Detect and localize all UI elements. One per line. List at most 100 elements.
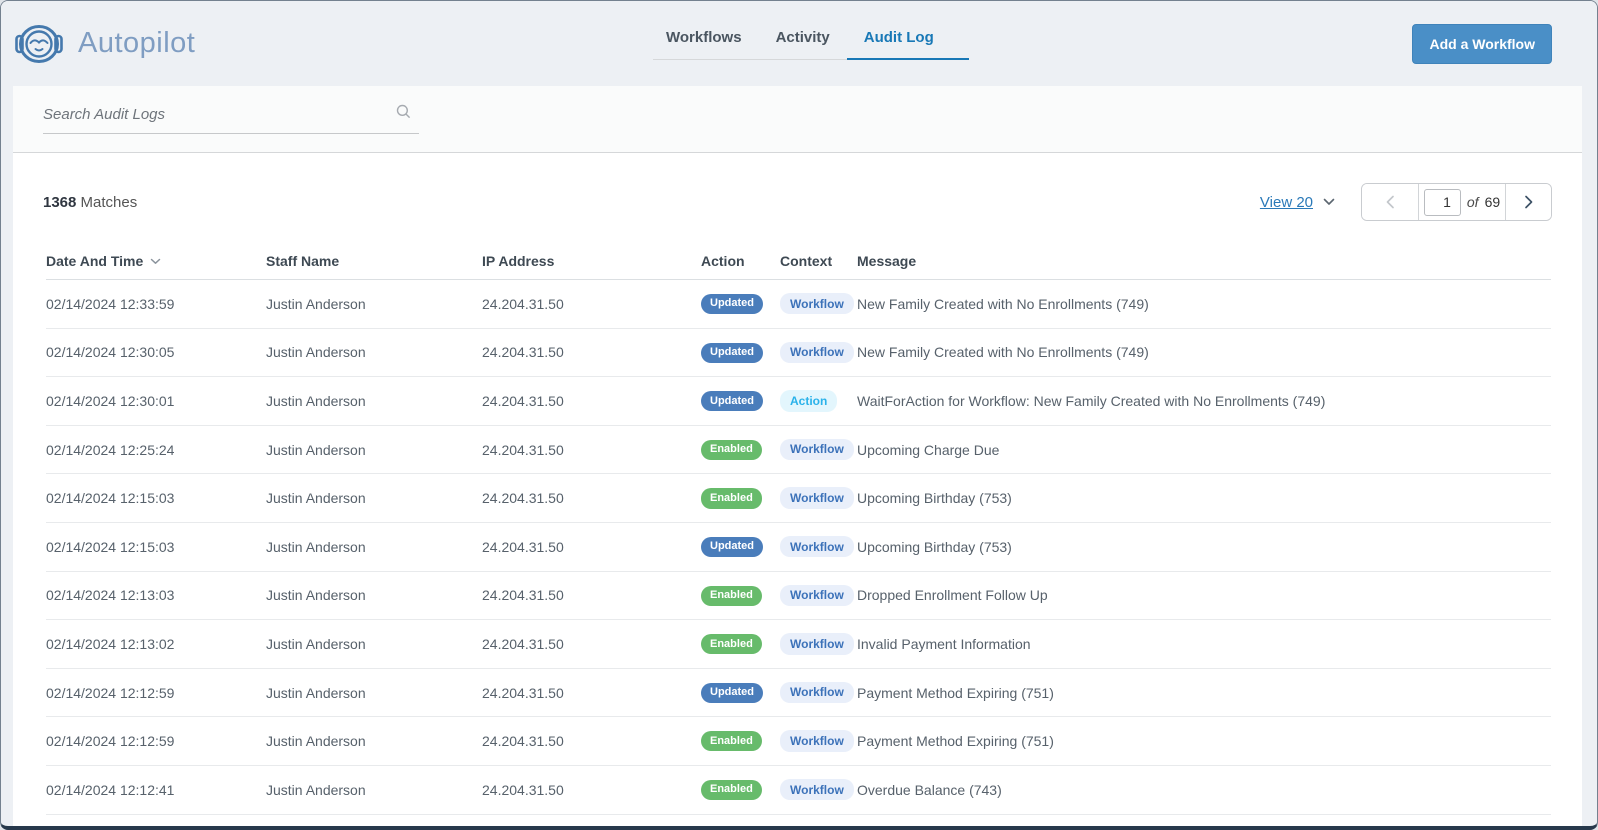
- search-input[interactable]: [43, 105, 396, 123]
- context-badge: Workflow: [780, 681, 854, 704]
- cell-ip-address: 24.204.31.50: [482, 392, 564, 409]
- table-row: 02/14/2024 12:25:24 Justin Anderson 24.2…: [46, 426, 1551, 475]
- cell-message: Upcoming Birthday (753): [857, 538, 1012, 555]
- table-header-row: Date And Time Staff Name IP Address Acti…: [46, 243, 1551, 280]
- cell-message: Invalid Payment Information: [857, 635, 1031, 652]
- chevron-down-icon: [1323, 198, 1335, 205]
- context-badge: Action: [780, 390, 838, 412]
- cell-date: 02/14/2024 12:12:41: [46, 781, 175, 798]
- cell-message: WaitForAction for Workflow: New Family C…: [857, 392, 1326, 409]
- column-header-context: Context: [780, 253, 833, 269]
- context-badge: Workflow: [780, 779, 854, 801]
- action-badge: Enabled: [701, 779, 762, 801]
- cell-ip-address: 24.204.31.50: [482, 684, 564, 701]
- cell-ip-address: 24.204.31.50: [482, 635, 564, 652]
- search-section: [13, 86, 1582, 153]
- table-row: 02/14/2024 12:13:03 Justin Anderson 24.2…: [46, 572, 1551, 621]
- next-page-button[interactable]: [1506, 184, 1551, 220]
- cell-staff-name: Justin Anderson: [266, 733, 366, 750]
- cell-message: Payment Method Expiring (751): [857, 733, 1054, 750]
- cell-ip-address: 24.204.31.50: [482, 344, 564, 361]
- tab-audit-log[interactable]: Audit Log: [846, 19, 969, 60]
- cell-ip-address: 24.204.31.50: [482, 781, 564, 798]
- cell-date: 02/14/2024 12:25:24: [46, 441, 175, 458]
- robot-logo-icon: [15, 24, 63, 63]
- action-badge: Updated: [701, 391, 763, 412]
- action-badge: Enabled: [701, 488, 762, 509]
- cell-date: 02/14/2024 12:30:05: [46, 344, 175, 361]
- content-card: 1368 Matches View 20 of 69: [13, 86, 1582, 826]
- action-badge: Enabled: [701, 439, 762, 460]
- cell-ip-address: 24.204.31.50: [482, 587, 564, 604]
- tab-bar: Workflows Activity Audit Log: [649, 19, 969, 60]
- table-row: 02/14/2024 12:12:59 Justin Anderson 24.2…: [46, 669, 1551, 718]
- search-icon[interactable]: [396, 104, 411, 124]
- action-badge: Enabled: [701, 585, 762, 606]
- table-body: 02/14/2024 12:33:59 Justin Anderson 24.2…: [46, 280, 1551, 815]
- cell-message: Dropped Enrollment Follow Up: [857, 587, 1048, 604]
- column-header-action: Action: [701, 253, 745, 269]
- match-count-number: 1368: [43, 193, 77, 211]
- chevron-left-icon: [1386, 195, 1394, 209]
- cell-message: Overdue Balance (743): [857, 781, 1002, 798]
- match-count: 1368 Matches: [43, 194, 137, 211]
- audit-log-table: Date And Time Staff Name IP Address Acti…: [46, 243, 1551, 815]
- page-size-label: View 20: [1259, 193, 1313, 211]
- table-row: 02/14/2024 12:30:01 Justin Anderson 24.2…: [46, 377, 1551, 426]
- cell-date: 02/14/2024 12:13:03: [46, 587, 175, 604]
- cell-staff-name: Justin Anderson: [266, 441, 366, 458]
- cell-date: 02/14/2024 12:33:59: [46, 295, 175, 312]
- context-badge: Workflow: [780, 633, 854, 655]
- results-bar: 1368 Matches View 20 of 69: [13, 153, 1582, 221]
- action-badge: Enabled: [701, 634, 762, 655]
- column-header-staff: Staff Name: [266, 253, 340, 269]
- cell-message: Upcoming Charge Due: [857, 441, 1000, 458]
- table-row: 02/14/2024 12:12:41 Justin Anderson 24.2…: [46, 766, 1551, 815]
- cell-ip-address: 24.204.31.50: [482, 441, 564, 458]
- cell-date: 02/14/2024 12:30:01: [46, 392, 175, 409]
- table-row: 02/14/2024 12:12:59 Justin Anderson 24.2…: [46, 717, 1551, 766]
- column-header-message: Message: [857, 253, 917, 269]
- chevron-right-icon: [1524, 195, 1532, 209]
- cell-date: 02/14/2024 12:13:02: [46, 635, 175, 652]
- cell-ip-address: 24.204.31.50: [482, 295, 564, 312]
- cell-date: 02/14/2024 12:15:03: [46, 490, 175, 507]
- search-field: [43, 104, 419, 134]
- cell-staff-name: Justin Anderson: [266, 344, 366, 361]
- table-row: 02/14/2024 12:13:02 Justin Anderson 24.2…: [46, 620, 1551, 669]
- context-badge: Workflow: [780, 341, 854, 364]
- table-row: 02/14/2024 12:15:03 Justin Anderson 24.2…: [46, 474, 1551, 523]
- action-badge: Updated: [701, 682, 763, 703]
- cell-message: Payment Method Expiring (751): [857, 684, 1054, 701]
- tab-workflows[interactable]: Workflows: [649, 19, 759, 60]
- page-number-input[interactable]: [1423, 188, 1461, 216]
- cell-ip-address: 24.204.31.50: [482, 538, 564, 555]
- action-badge: Updated: [701, 342, 763, 363]
- column-header-ip: IP Address: [482, 253, 555, 269]
- total-pages: 69: [1484, 194, 1501, 210]
- cell-message: New Family Created with No Enrollments (…: [857, 295, 1149, 312]
- cell-ip-address: 24.204.31.50: [482, 490, 564, 507]
- context-badge: Workflow: [780, 487, 854, 509]
- cell-message: Upcoming Birthday (753): [857, 490, 1012, 507]
- page-size-dropdown[interactable]: View 20: [1260, 194, 1335, 211]
- column-header-date[interactable]: Date And Time: [46, 253, 266, 269]
- cell-staff-name: Justin Anderson: [266, 781, 366, 798]
- table-row: 02/14/2024 12:15:03 Justin Anderson 24.2…: [46, 523, 1551, 572]
- table-row: 02/14/2024 12:33:59 Justin Anderson 24.2…: [46, 280, 1551, 329]
- cell-date: 02/14/2024 12:12:59: [46, 733, 175, 750]
- sort-chevron-icon: [151, 258, 161, 264]
- cell-date: 02/14/2024 12:12:59: [46, 684, 175, 701]
- tab-activity[interactable]: Activity: [759, 19, 847, 60]
- add-workflow-button[interactable]: Add a Workflow: [1412, 23, 1552, 64]
- context-badge: Workflow: [780, 438, 854, 461]
- cell-staff-name: Justin Anderson: [266, 538, 366, 555]
- context-badge: Workflow: [780, 293, 854, 315]
- cell-staff-name: Justin Anderson: [266, 635, 366, 652]
- cell-date: 02/14/2024 12:15:03: [46, 538, 175, 555]
- of-label: of: [1466, 194, 1479, 210]
- app-header: Autopilot Workflows Activity Audit Log A…: [1, 1, 1597, 86]
- context-badge: Workflow: [780, 730, 854, 752]
- cell-ip-address: 24.204.31.50: [482, 733, 564, 750]
- prev-page-button[interactable]: [1362, 184, 1418, 220]
